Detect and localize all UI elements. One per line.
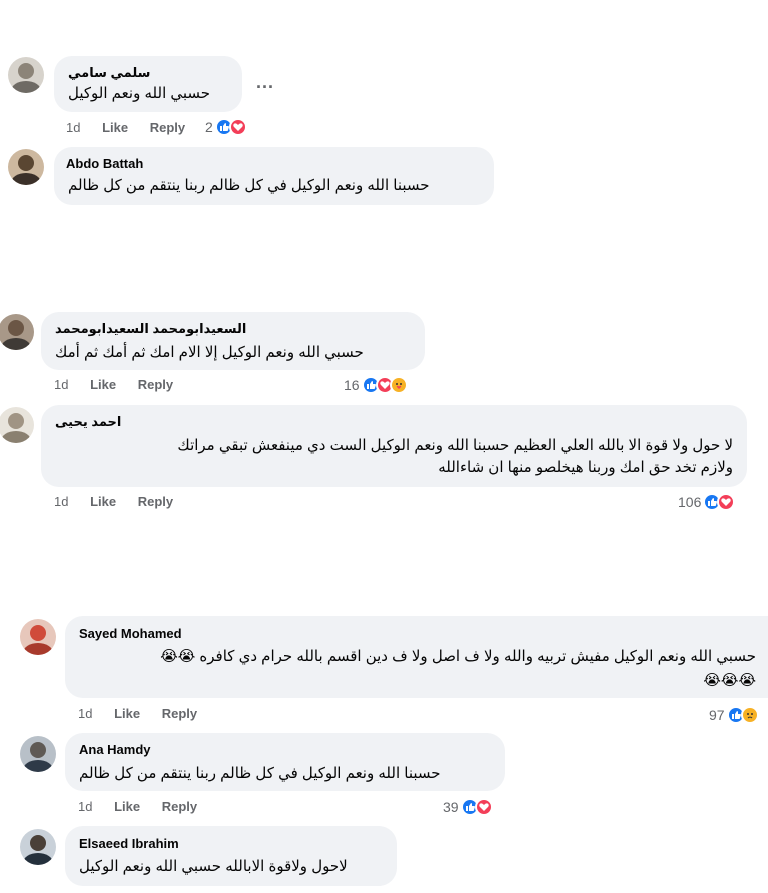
like-button[interactable]: Like [114,798,140,816]
comment-text: حسبنا الله ونعم الوكيل في كل ظالم ربنا ي… [68,177,430,194]
comment-text: ولازم تخد حق امك وربنا هيخلصو منها ان شا… [438,459,733,476]
reaction-count: 16 [344,377,360,393]
comment-author[interactable]: Sayed Mohamed [79,625,182,643]
comment-bubble: احمد يحيى لا حول ولا قوة الا بالله العلي… [41,405,747,487]
avatar[interactable] [20,736,56,772]
comment-author[interactable]: السعيدابومحمد السعيدابومحمد [55,320,246,338]
avatar[interactable] [20,829,56,865]
comment-bubble: Abdo Battah حسبنا الله ونعم الوكيل في كل… [54,147,494,205]
comment-timestamp[interactable]: 1d [78,798,92,816]
reaction-summary[interactable]: 39 [443,797,493,817]
love-reaction-icon [228,118,247,136]
avatar[interactable] [20,619,56,655]
comment-author[interactable]: Elsaeed Ibrahim [79,835,179,853]
love-reaction-icon [474,798,493,816]
comment-author[interactable]: Ana Hamdy [79,741,151,759]
comment-text: 😭😭😭 [703,672,756,689]
comment-text: لا حول ولا قوة الا بالله العلي العظيم حس… [177,437,733,454]
reaction-summary[interactable]: 2 [205,117,247,137]
avatar[interactable] [0,407,34,443]
comment-author[interactable]: Abdo Battah [66,155,482,173]
comment-timestamp[interactable]: 1d [66,119,80,137]
more-options-icon[interactable]: ... [256,72,274,93]
avatar[interactable] [0,314,34,350]
care-reaction-icon [389,376,408,394]
like-button[interactable]: Like [114,705,140,723]
like-button[interactable]: Like [102,119,128,137]
comment-actions: 1d Like Reply [78,798,197,816]
comment-actions: 1d Like Reply [66,119,185,137]
comment-bubble: Sayed Mohamed حسبي الله ونعم الوكيل مفيش… [65,616,768,698]
reply-button[interactable]: Reply [138,376,173,394]
like-button[interactable]: Like [90,493,116,511]
reaction-count: 2 [205,119,213,135]
like-button[interactable]: Like [90,376,116,394]
comment-text: حسبي الله ونعم الوكيل [68,85,211,102]
comment-bubble: Elsaeed Ibrahim لاحول ولاقوة الابالله حس… [65,826,397,886]
comment-bubble: السعيدابومحمد السعيدابومحمد حسبي الله ون… [41,312,425,370]
comment-bubble: Ana Hamdy حسبنا الله ونعم الوكيل في كل ظ… [65,733,505,791]
comment-text: لاحول ولاقوة الابالله حسبي الله ونعم الو… [79,858,348,875]
sad-reaction-icon [740,706,759,724]
comment-actions: 1d Like Reply [54,493,173,511]
comment-actions: 1d Like Reply [78,705,197,723]
love-reaction-icon [717,493,736,511]
avatar[interactable] [8,149,44,185]
comment-timestamp[interactable]: 1d [78,705,92,723]
reply-button[interactable]: Reply [162,798,197,816]
reply-button[interactable]: Reply [138,493,173,511]
reply-button[interactable]: Reply [162,705,197,723]
reaction-count: 39 [443,799,459,815]
comment-text: حسبنا الله ونعم الوكيل في كل ظالم ربنا ي… [79,765,441,782]
reaction-summary[interactable]: 97 [709,705,759,725]
reply-button[interactable]: Reply [150,119,185,137]
comments-feed: سلمي سامي حسبي الله ونعم الوكيل ... 1d L… [0,0,768,893]
comment-text: حسبي الله ونعم الوكيل مفيش تربيه والله و… [160,648,756,665]
comment-timestamp[interactable]: 1d [54,493,68,511]
reaction-summary[interactable]: 16 [344,375,408,395]
reaction-summary[interactable]: 106 [678,492,736,512]
reaction-count: 106 [678,494,702,510]
comment-author[interactable]: احمد يحيى [55,413,121,431]
comment-text: حسبي الله ونعم الوكيل إلا الام امك ثم أم… [55,344,364,361]
comment-timestamp[interactable]: 1d [54,376,68,394]
reaction-count: 97 [709,707,725,723]
comment-actions: 1d Like Reply [54,376,173,394]
comment-bubble: سلمي سامي حسبي الله ونعم الوكيل [54,56,242,112]
avatar[interactable] [8,57,44,93]
comment-author[interactable]: سلمي سامي [68,64,150,82]
